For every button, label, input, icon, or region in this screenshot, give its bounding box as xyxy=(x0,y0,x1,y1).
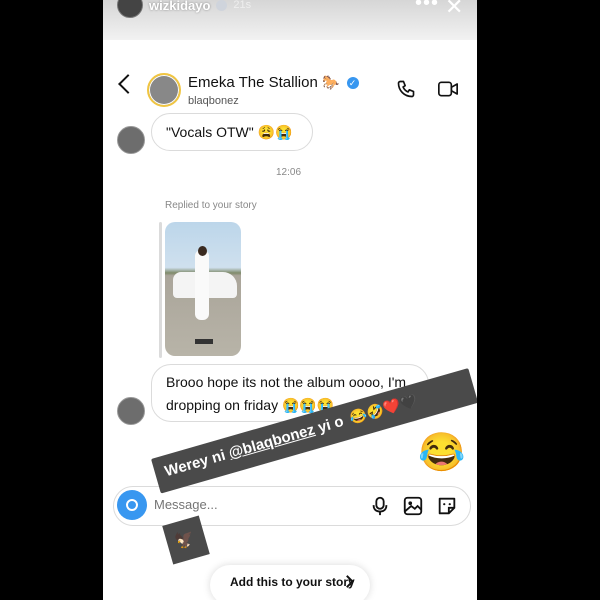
story-top-bar: wizkidayo 21s ••• ✕ xyxy=(103,0,477,40)
contact-name[interactable]: Emeka The Stallion 🐎 ✓ xyxy=(188,74,359,91)
story-username[interactable]: wizkidayo xyxy=(149,0,210,13)
message-bubble[interactable]: "Vocals OTW" 😩😭 xyxy=(151,113,313,151)
story-viewer: wizkidayo 21s ••• ✕ Emeka The Stallion 🐎… xyxy=(103,0,477,600)
replied-to-story-label: Replied to your story xyxy=(165,200,257,211)
horse-emoji: 🐎 xyxy=(321,74,340,90)
timestamp: 12:06 xyxy=(276,167,302,178)
story-user[interactable]: wizkidayo 21s xyxy=(117,0,252,18)
eagle-icon: 🦅 xyxy=(173,529,198,552)
phone-icon[interactable] xyxy=(396,79,416,99)
message-input[interactable] xyxy=(152,496,306,513)
story-avatar[interactable] xyxy=(117,0,143,18)
more-dots-icon[interactable]: ••• xyxy=(415,0,439,15)
message-text: "Vocals OTW" 😩😭 xyxy=(166,124,293,140)
overlay-mention[interactable]: @blaqbonez xyxy=(227,421,317,462)
story-reply-thumbnail[interactable] xyxy=(165,222,241,356)
contact-username: blaqbonez xyxy=(188,95,239,107)
overlay-text-prefix: Werey ni xyxy=(162,445,232,481)
close-icon[interactable]: ✕ xyxy=(445,0,463,20)
overlay-text-suffix: yi o xyxy=(312,411,350,438)
sender-avatar[interactable] xyxy=(117,126,145,154)
camera-icon[interactable] xyxy=(117,490,147,520)
message-composer xyxy=(113,486,471,526)
verified-icon xyxy=(216,0,228,11)
sticker-icon[interactable] xyxy=(436,495,458,517)
add-to-story-button[interactable]: Add this to your story xyxy=(210,565,370,600)
laughing-emoji-reaction[interactable]: 😂 xyxy=(418,433,465,473)
contact-name-text: Emeka The Stallion xyxy=(188,74,318,91)
video-call-icon[interactable] xyxy=(437,79,459,99)
story-time: 21s xyxy=(233,0,252,11)
microphone-icon[interactable] xyxy=(369,495,391,517)
back-icon[interactable] xyxy=(118,74,138,94)
sender-avatar[interactable] xyxy=(117,397,145,425)
contact-avatar[interactable] xyxy=(147,73,181,107)
verified-badge-icon: ✓ xyxy=(346,77,359,90)
thumbnail-head xyxy=(198,246,207,256)
add-to-story-label: Add this to your story xyxy=(230,575,355,589)
reply-indicator-bar xyxy=(159,222,162,358)
gallery-icon[interactable] xyxy=(402,495,424,517)
thumbnail-person xyxy=(195,250,209,320)
thumbnail-tag xyxy=(195,339,213,344)
message-text-line: Brooo hope its not the album oooo, I'm xyxy=(166,374,407,390)
dm-header: Emeka The Stallion 🐎 ✓ blaqbonez xyxy=(103,65,477,115)
